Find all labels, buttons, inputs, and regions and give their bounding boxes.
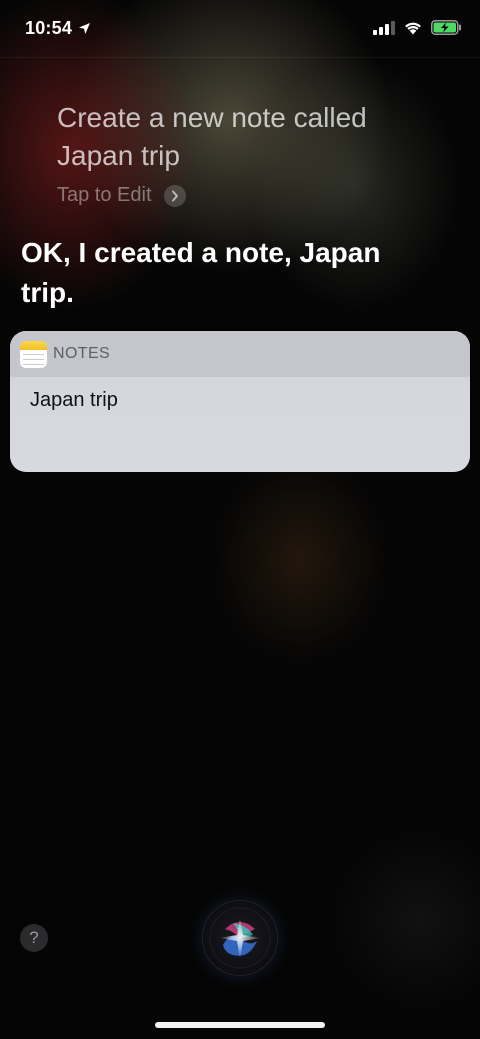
notes-card-header: NOTES — [10, 331, 470, 377]
wifi-icon — [405, 22, 421, 35]
siri-orb-button[interactable] — [203, 901, 277, 975]
tap-to-edit-label: Tap to Edit — [57, 184, 152, 206]
note-title: Japan trip — [30, 389, 118, 411]
status-icons — [373, 20, 462, 35]
help-button[interactable]: ? — [20, 924, 48, 952]
chevron-right-icon — [163, 184, 186, 207]
time-text: 10:54 — [25, 18, 73, 38]
notes-app-icon — [20, 340, 47, 368]
status-bar: 10:54 — [0, 0, 480, 58]
siri-waveform-icon — [209, 907, 271, 969]
tap-to-edit-button[interactable]: Tap to Edit — [57, 184, 186, 207]
battery-charging-icon — [431, 20, 461, 35]
question-mark-icon: ? — [29, 928, 39, 947]
status-time: 10:54 — [25, 18, 91, 39]
location-arrow-icon — [78, 22, 91, 35]
siri-response-text: OK, I created a note, Japan trip. — [21, 237, 381, 308]
notes-result-card[interactable]: NOTES Japan trip — [10, 331, 470, 472]
notes-app-label: NOTES — [53, 345, 111, 362]
siri-query-text[interactable]: Create a new note called Japan trip — [57, 99, 437, 175]
cellular-signal-icon — [373, 20, 395, 35]
home-indicator[interactable] — [155, 1022, 325, 1028]
